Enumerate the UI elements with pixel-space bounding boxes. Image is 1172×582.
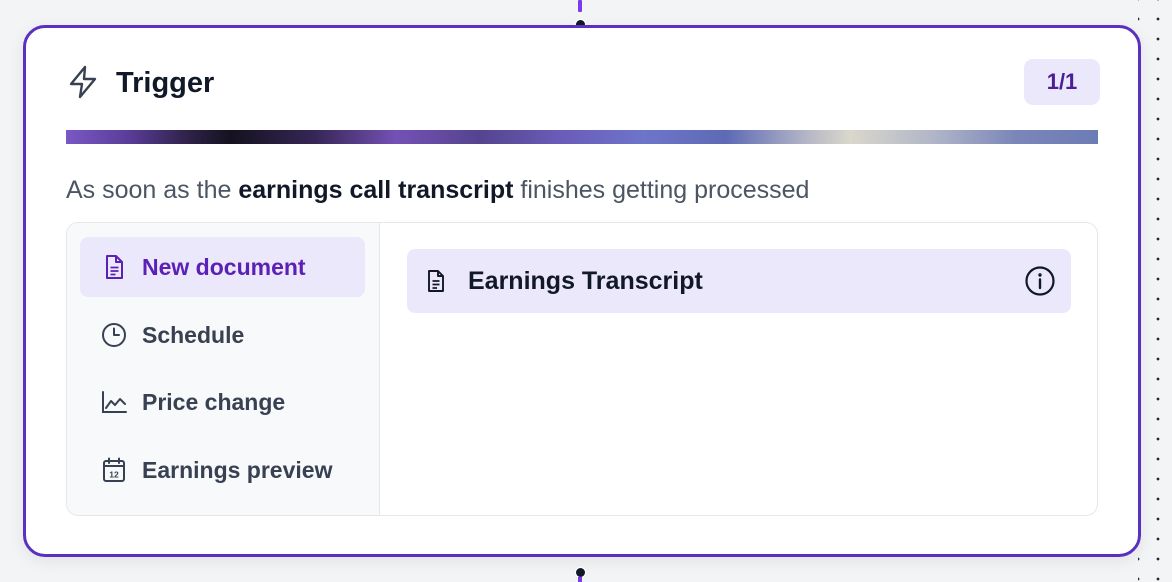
sidebar-item-label: New document xyxy=(142,254,306,280)
svg-text:12: 12 xyxy=(109,470,119,480)
selected-document-label: Earnings Transcript xyxy=(468,267,703,295)
sidebar-item-label: Earnings preview xyxy=(142,457,333,483)
info-icon[interactable] xyxy=(1024,265,1056,297)
count-badge: 1/1 xyxy=(1024,59,1100,105)
sidebar-item-label: Price change xyxy=(142,389,286,415)
trigger-description: As soon as the earnings call transcript … xyxy=(66,174,809,206)
line-chart-icon xyxy=(102,391,127,413)
description-highlight: earnings call transcript xyxy=(238,176,514,204)
description-suffix: finishes getting processed xyxy=(513,176,810,204)
lightning-bolt-icon xyxy=(69,65,97,99)
card-title: Trigger xyxy=(116,67,215,99)
trigger-detail-area: Earnings Transcript xyxy=(381,223,1097,515)
card-header: Trigger 1/1 xyxy=(66,59,1100,107)
outgoing-connector-line xyxy=(578,577,582,582)
description-prefix: As soon as the xyxy=(66,176,239,204)
sidebar-item-label: Schedule xyxy=(142,322,245,348)
sidebar-item-earnings-preview[interactable]: 12 Earnings preview xyxy=(80,440,365,500)
sidebar-item-new-document[interactable]: New document xyxy=(80,237,365,297)
selected-document-row[interactable]: Earnings Transcript xyxy=(407,249,1071,313)
clock-icon xyxy=(102,323,126,347)
calendar-icon: 12 xyxy=(103,457,125,482)
card-gradient-banner xyxy=(66,130,1098,144)
document-icon xyxy=(106,255,123,279)
trigger-options-panel: New document Schedule Price change 12 Ea… xyxy=(66,222,1098,516)
document-icon xyxy=(428,270,444,292)
workflow-canvas: Trigger 1/1 As soon as the earnings call… xyxy=(0,0,1172,582)
sidebar-item-schedule[interactable]: Schedule xyxy=(80,305,365,365)
sidebar-item-price-change[interactable]: Price change xyxy=(80,372,365,432)
incoming-connector-line xyxy=(578,0,582,12)
trigger-card[interactable]: Trigger 1/1 As soon as the earnings call… xyxy=(23,25,1141,557)
trigger-type-sidebar: New document Schedule Price change 12 Ea… xyxy=(67,223,380,515)
